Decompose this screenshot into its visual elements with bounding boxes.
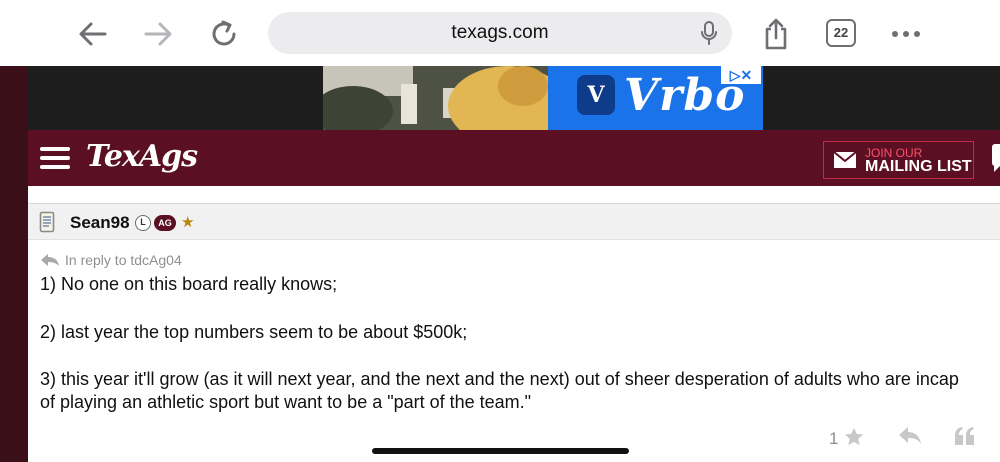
forward-arrow-icon	[144, 22, 172, 46]
site-logo[interactable]: TexAgs	[86, 139, 198, 174]
ad-photo-art	[323, 66, 548, 130]
left-rail	[0, 66, 28, 462]
post-header: Sean98 L AG ★	[28, 204, 1000, 240]
hamburger-menu-icon[interactable]	[40, 147, 70, 169]
tab-count-button[interactable]: 22	[826, 19, 856, 47]
vrbo-logo-icon: V	[577, 75, 615, 115]
post-line-3: 3) this year it'll grow (as it will next…	[40, 369, 959, 389]
site-header: TexAgs JOIN OUR MAILING LIST	[28, 130, 1000, 186]
ad-choices-icon[interactable]: ▷✕	[721, 66, 761, 84]
post-line-4: of playing an athletic sport but want to…	[40, 392, 532, 412]
home-indicator[interactable]	[372, 448, 629, 454]
mailing-list-button[interactable]: JOIN OUR MAILING LIST	[823, 141, 974, 179]
address-bar[interactable]: texags.com	[268, 12, 732, 54]
more-button[interactable]	[886, 14, 926, 54]
back-arrow-icon	[79, 22, 107, 46]
back-button[interactable]	[73, 14, 113, 54]
reload-button[interactable]	[204, 14, 244, 54]
url-text: texags.com	[451, 22, 549, 43]
envelope-icon	[833, 151, 857, 168]
quote-button[interactable]	[954, 426, 976, 451]
quote-icon	[955, 427, 974, 445]
post-line-1: 1) No one on this board really knows;	[40, 274, 338, 294]
reply-to-link[interactable]: In reply to tdcAg04	[40, 252, 182, 268]
reply-arrow-icon	[41, 254, 59, 266]
star-icon: ★	[181, 214, 195, 231]
reply-to-text: In reply to tdcAg04	[65, 252, 182, 268]
header-separator	[28, 186, 1000, 204]
ad-image[interactable]	[323, 66, 548, 130]
forward-button[interactable]	[138, 14, 178, 54]
ad-brand-panel[interactable]: V Vrbo ▷✕	[548, 66, 763, 130]
share-button[interactable]	[756, 14, 796, 54]
microphone-icon[interactable]	[700, 21, 718, 50]
reply-button[interactable]	[898, 426, 922, 451]
share-icon	[765, 18, 787, 50]
badge-l: L	[135, 215, 151, 231]
reply-icon	[899, 427, 921, 444]
document-icon	[39, 211, 55, 238]
star-outline-icon	[844, 427, 864, 446]
more-dots-icon	[892, 31, 920, 37]
post-line-2: 2) last year the top numbers seem to be …	[40, 322, 468, 342]
post-body: In reply to tdcAg04 1) No one on this bo…	[28, 240, 1000, 462]
post-username[interactable]: Sean98	[70, 213, 130, 233]
chat-icon[interactable]	[992, 144, 1000, 177]
like-count: 1	[829, 429, 839, 448]
mailing-label-bottom: MAILING LIST	[865, 158, 972, 175]
browser-toolbar: texags.com 22	[0, 0, 1000, 66]
reload-icon	[212, 20, 236, 46]
like-button[interactable]	[843, 426, 865, 453]
badge-ag: AG	[154, 215, 176, 231]
